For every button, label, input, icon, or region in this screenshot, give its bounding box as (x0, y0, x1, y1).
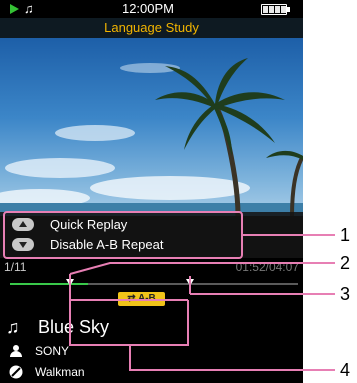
callout-3: 3 (340, 284, 351, 304)
callout-1: 1 (340, 225, 351, 245)
callout-2: 2 (340, 253, 351, 273)
callout-lines (3, 211, 335, 371)
callout-4: 4 (340, 360, 351, 380)
